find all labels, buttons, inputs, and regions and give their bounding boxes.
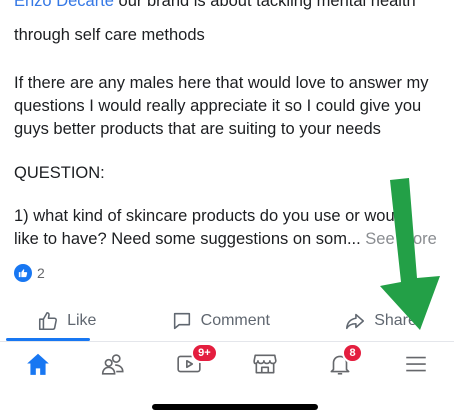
menu-icon bbox=[406, 356, 426, 372]
comment-button[interactable]: Comment bbox=[171, 310, 270, 332]
comment-icon bbox=[173, 312, 190, 330]
post-line-2: through self care methods bbox=[14, 26, 205, 44]
green-arrow-annotation bbox=[380, 178, 440, 330]
question-heading: QUESTION: bbox=[14, 164, 105, 182]
marketplace-icon bbox=[253, 354, 277, 374]
home-indicator bbox=[152, 404, 318, 410]
like-icon bbox=[14, 264, 32, 282]
thumbs-up-icon bbox=[39, 311, 58, 331]
like-button[interactable]: Like bbox=[37, 310, 96, 332]
nav-friends[interactable] bbox=[93, 347, 133, 381]
post-para2-line3: guys better products that are suiting to… bbox=[14, 120, 381, 138]
notifications-badge: 8 bbox=[342, 343, 363, 363]
nav-watch[interactable]: 9+ bbox=[169, 343, 218, 381]
friends-icon bbox=[102, 354, 125, 375]
question-line-1: 1) what kind of skincare products do you… bbox=[14, 207, 408, 225]
home-icon bbox=[26, 353, 49, 375]
reaction-count: 2 bbox=[37, 265, 45, 281]
post-line-1: Enzo Decarte our brand is about tackling… bbox=[14, 0, 454, 13]
bottom-nav-bar: 9+ 8 bbox=[0, 342, 454, 386]
nav-menu[interactable] bbox=[396, 347, 436, 381]
post-para2-line2: questions I would really appreciate it s… bbox=[14, 97, 422, 115]
author-mention[interactable]: Enzo Decarte bbox=[14, 0, 114, 10]
reaction-summary[interactable]: 2 bbox=[14, 264, 45, 282]
nav-home[interactable] bbox=[18, 347, 58, 381]
watch-badge: 9+ bbox=[191, 343, 218, 363]
nav-marketplace[interactable] bbox=[245, 347, 285, 381]
post-para2-line1: If there are any males here that would l… bbox=[14, 74, 429, 92]
nav-notifications[interactable]: 8 bbox=[320, 343, 363, 381]
